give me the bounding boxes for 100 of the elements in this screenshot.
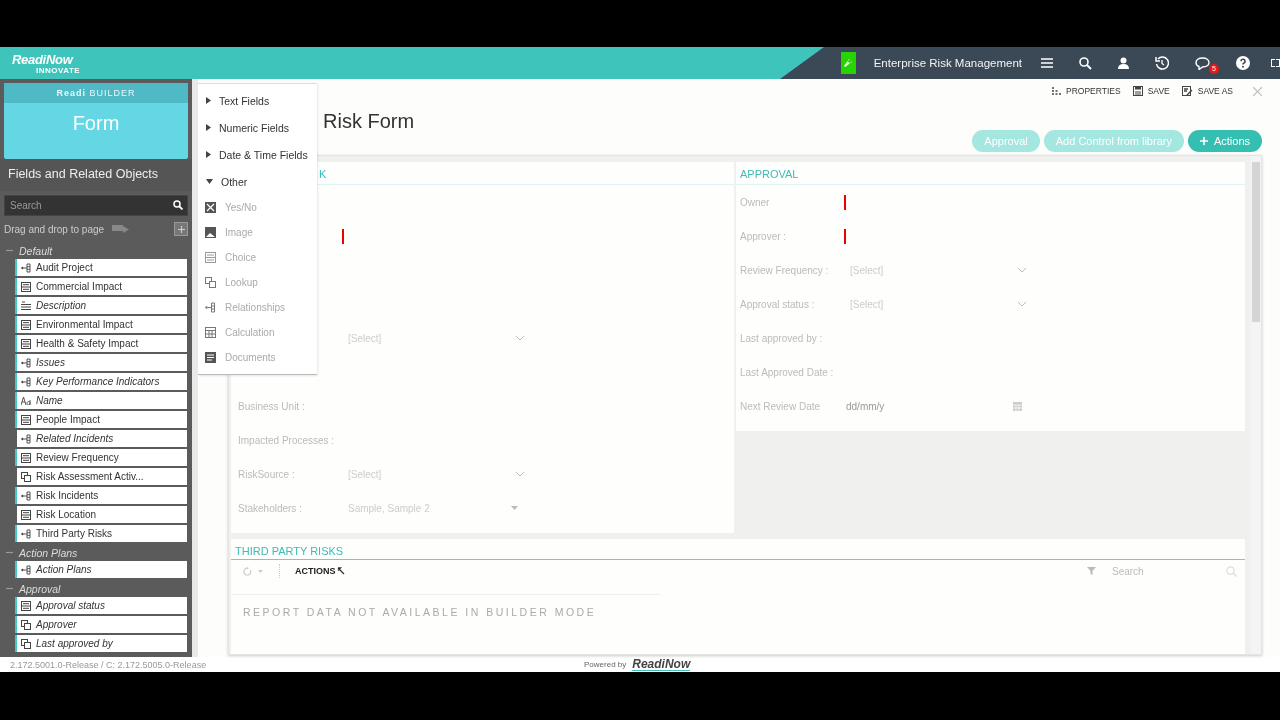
plus-icon bbox=[177, 225, 185, 233]
text-field-icon bbox=[21, 396, 31, 405]
field-label: Approval status : bbox=[740, 298, 816, 310]
version-text: 2.172.5001.0-Release / C: 2.172.5005.0-Release bbox=[10, 659, 208, 670]
field-label: Approver : bbox=[740, 230, 788, 242]
field-label: Next Review Date bbox=[740, 400, 822, 412]
relationship-icon bbox=[21, 564, 31, 575]
list-box-icon bbox=[21, 319, 31, 330]
list-box-icon bbox=[21, 509, 31, 520]
collapse-icon[interactable] bbox=[6, 585, 13, 592]
field-label: Review Frequency : bbox=[740, 264, 830, 276]
menu-icon[interactable] bbox=[1041, 58, 1053, 68]
toolbar-button[interactable]: SAVE AS bbox=[1181, 86, 1233, 96]
date-field[interactable]: dd/mm/y bbox=[846, 400, 946, 412]
add-field-button[interactable] bbox=[174, 222, 188, 236]
section-title: APPROVAL bbox=[736, 162, 1245, 185]
filter-icon[interactable] bbox=[1087, 567, 1096, 575]
list-box-icon bbox=[21, 452, 31, 463]
panel-title: Fields and Related Objects bbox=[0, 159, 192, 191]
brand-logo: ReadiNow bbox=[632, 658, 691, 671]
field-item[interactable]: Key Performance Indicators bbox=[15, 373, 187, 390]
caret-right-icon bbox=[206, 124, 211, 131]
toolbar-button[interactable]: PROPERTIES bbox=[1052, 86, 1121, 96]
caret-icon bbox=[511, 506, 518, 510]
field-label: RiskSource : bbox=[238, 468, 296, 480]
group-header[interactable]: Approval bbox=[0, 580, 192, 597]
dots-icon bbox=[1052, 86, 1062, 96]
chevron-icon bbox=[1018, 301, 1026, 307]
search-icon[interactable] bbox=[1079, 56, 1092, 70]
field-item[interactable]: People Impact bbox=[15, 411, 187, 428]
field-item[interactable]: Related Incidents bbox=[15, 430, 187, 447]
document-icon bbox=[205, 352, 216, 363]
drag-icon bbox=[112, 223, 131, 235]
relationship-icon bbox=[21, 528, 31, 539]
group-header[interactable]: Action Plans bbox=[0, 544, 192, 561]
relationship-icon bbox=[21, 262, 31, 273]
empty-report-message: REPORT DATA NOT AVAILABLE IN BUILDER MODE bbox=[242, 605, 598, 618]
relationship-icon bbox=[21, 433, 31, 444]
search-field[interactable]: Search bbox=[1112, 565, 1226, 577]
search-field[interactable]: Search bbox=[4, 195, 188, 216]
powered-by-text: Powered by bbox=[584, 660, 627, 669]
close-icon[interactable] bbox=[1253, 86, 1262, 96]
field-label: Last approved by : bbox=[740, 332, 824, 344]
field-item[interactable]: Approver bbox=[15, 616, 187, 633]
field-item[interactable]: Review Frequency bbox=[15, 449, 187, 466]
relationship-icon bbox=[21, 490, 31, 501]
field-item[interactable]: Risk Incidents bbox=[15, 487, 187, 504]
help-icon[interactable] bbox=[1236, 56, 1250, 70]
required-marker bbox=[844, 228, 846, 244]
history-icon[interactable] bbox=[1155, 56, 1169, 70]
field-item[interactable]: Audit Project bbox=[15, 259, 187, 276]
field-item[interactable]: Commercial Impact bbox=[15, 278, 187, 295]
field-item[interactable]: Last approved by bbox=[15, 635, 187, 652]
toolbar-button[interactable]: SAVE bbox=[1132, 86, 1170, 96]
field-item[interactable]: Approval status bbox=[15, 597, 187, 614]
save-icon bbox=[1132, 86, 1143, 96]
calendar-icon[interactable] bbox=[1013, 401, 1022, 411]
field-item[interactable]: Risk Location bbox=[15, 506, 187, 523]
list-box-icon bbox=[21, 338, 31, 349]
actions-menu[interactable]: ACTIONS bbox=[295, 566, 345, 576]
scrollbar[interactable] bbox=[192, 79, 198, 657]
field-item[interactable]: Environmental Impact bbox=[15, 316, 187, 333]
refresh-icon[interactable] bbox=[243, 566, 252, 576]
field-item[interactable]: Issues bbox=[15, 354, 187, 371]
required-marker bbox=[844, 194, 846, 210]
logo-tagline: INNOVATE bbox=[36, 66, 81, 75]
scrollbar[interactable] bbox=[1251, 156, 1261, 654]
app-name[interactable]: Enterprise Risk Management bbox=[873, 57, 1022, 69]
caret-icon[interactable] bbox=[258, 569, 263, 573]
builder-button[interactable] bbox=[841, 52, 856, 74]
list-box-icon bbox=[205, 252, 216, 263]
relationship-icon bbox=[21, 357, 31, 368]
collapse-icon[interactable] bbox=[6, 549, 13, 556]
field-label: Business Unit : bbox=[238, 400, 306, 412]
group-header[interactable]: Default bbox=[0, 242, 192, 259]
chat-icon[interactable] bbox=[1195, 56, 1210, 70]
chevron-icon bbox=[516, 335, 524, 341]
drag-hint: Drag and drop to page bbox=[4, 223, 105, 235]
expand-icon[interactable] bbox=[1271, 59, 1280, 67]
chevron-icon bbox=[516, 471, 524, 477]
builder-type: Form bbox=[72, 112, 120, 135]
chevron-icon bbox=[1018, 267, 1026, 273]
field-label: Impacted Processes : bbox=[238, 434, 336, 446]
collapse-icon[interactable] bbox=[6, 247, 13, 254]
builder-label: Readi BUILDER bbox=[56, 88, 136, 98]
plus-icon bbox=[1199, 137, 1208, 145]
search-icon bbox=[173, 200, 183, 210]
field-item[interactable]: Health & Safety Impact bbox=[15, 335, 187, 352]
lines-icon bbox=[21, 301, 31, 310]
field-item[interactable]: Risk Assessment Activ... bbox=[15, 468, 187, 485]
field-item[interactable]: Third Party Risks bbox=[15, 525, 187, 542]
field-item[interactable]: Description bbox=[15, 297, 187, 314]
field-item[interactable]: Name bbox=[15, 392, 187, 409]
field-item[interactable]: Action Plans bbox=[15, 561, 187, 578]
caret-right-icon bbox=[206, 97, 211, 104]
menu-category[interactable]: Text Fields bbox=[198, 87, 317, 114]
field-label: Last Approved Date : bbox=[740, 366, 835, 378]
caret-right-icon bbox=[206, 151, 211, 158]
user-icon[interactable] bbox=[1118, 57, 1129, 69]
menu-category[interactable]: Numeric Fields bbox=[198, 114, 317, 141]
